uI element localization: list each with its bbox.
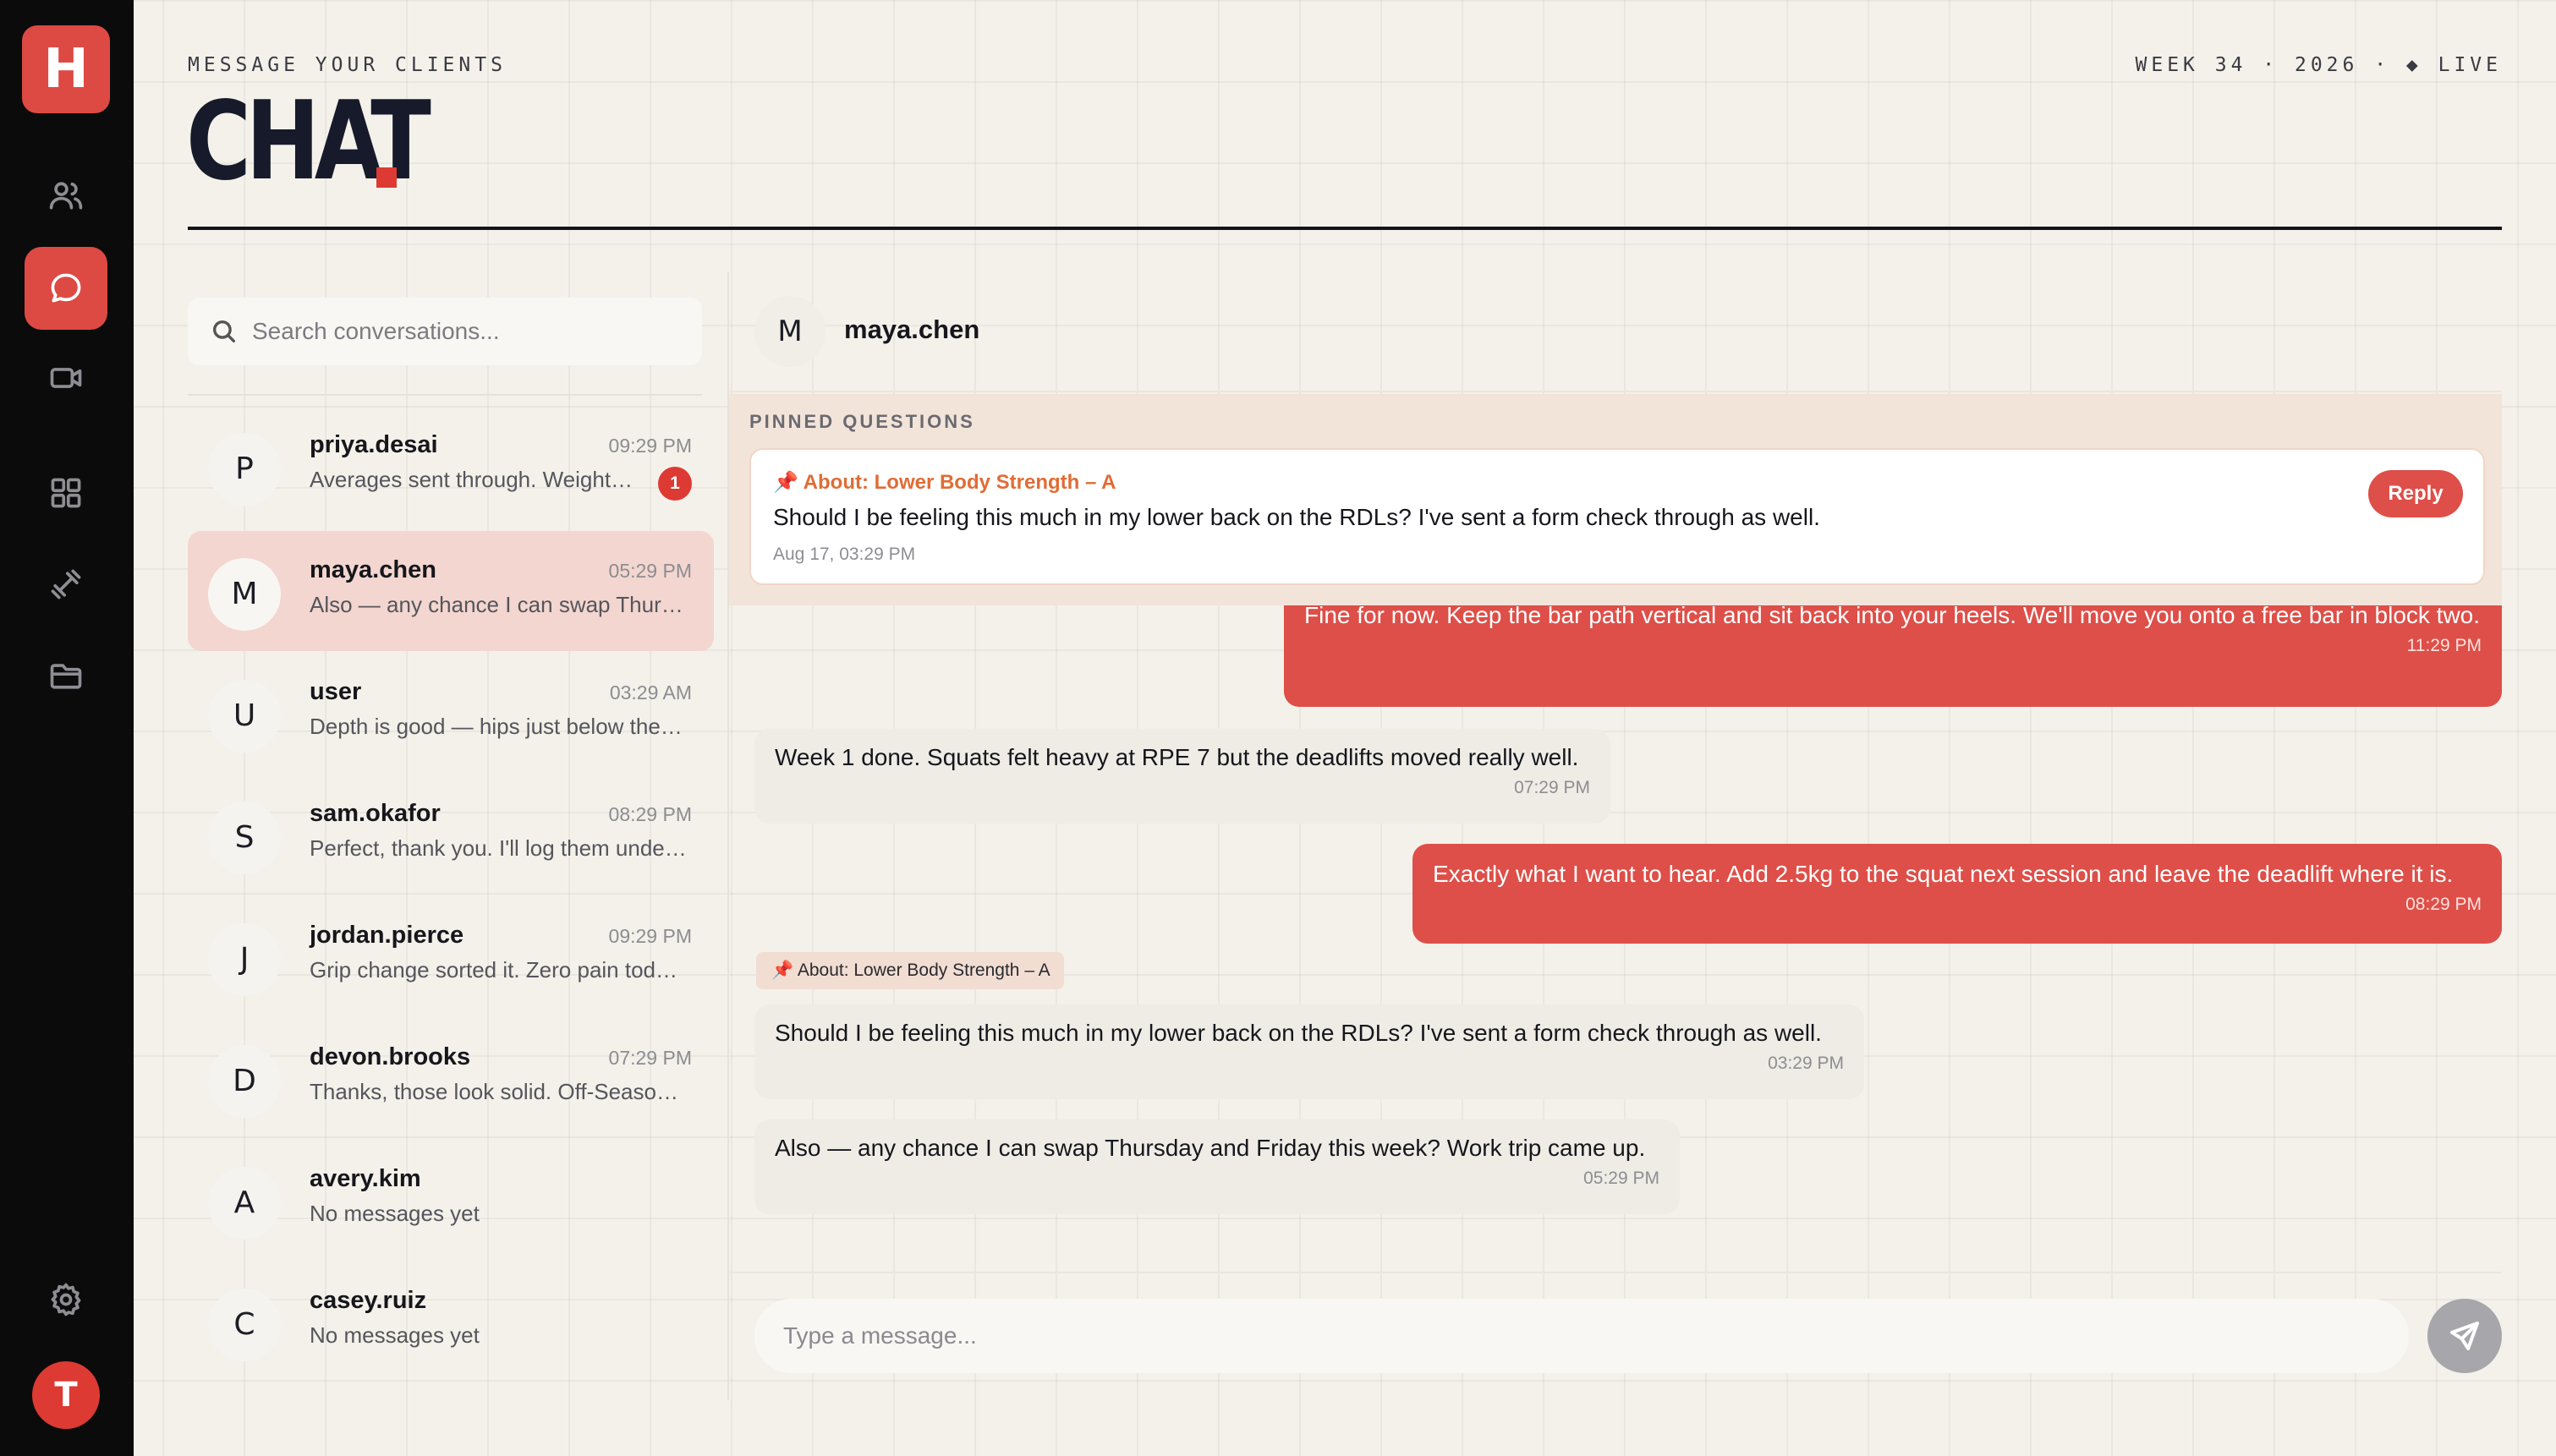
nav-chat[interactable]	[25, 247, 107, 330]
grid-icon	[51, 478, 81, 508]
conversation-name: devon.brooks	[310, 1043, 471, 1070]
search-input[interactable]	[252, 318, 692, 345]
nav-workouts[interactable]	[25, 543, 107, 626]
composer-divider	[729, 1272, 2502, 1273]
send-icon	[2450, 1322, 2479, 1350]
search-icon	[212, 320, 236, 343]
conversation-name: sam.okafor	[310, 800, 441, 827]
list-divider	[188, 394, 702, 396]
conversation-item[interactable]: M maya.chen 05:29 PM Also — any chance I…	[188, 531, 714, 651]
conversation-item[interactable]: J jordan.pierce 09:29 PM Grip change sor…	[188, 896, 714, 1016]
avatar: P	[208, 433, 281, 506]
avatar: J	[208, 923, 281, 996]
video-icon	[50, 368, 82, 388]
avatar: M	[208, 558, 281, 631]
conversation-time: 05:29 PM	[608, 560, 692, 582]
contact-avatar: M	[754, 296, 825, 367]
pinned-questions-label: PINNED QUESTIONS	[749, 411, 975, 432]
conversation-preview: No messages yet	[310, 1201, 480, 1226]
conversation-name: priya.desai	[310, 431, 438, 458]
gear-icon	[51, 1283, 81, 1316]
message-outgoing: Fine for now. Keep the bar path vertical…	[1284, 588, 2502, 707]
message-outgoing: Exactly what I want to hear. Add 2.5kg t…	[1412, 844, 2502, 944]
nav-files[interactable]	[25, 634, 107, 717]
avatar: A	[208, 1167, 281, 1240]
conversation-item[interactable]: D devon.brooks 07:29 PM Thanks, those lo…	[188, 1018, 714, 1138]
avatar: S	[208, 802, 281, 874]
title-accent-dot	[376, 167, 397, 188]
nav-clients[interactable]	[25, 154, 107, 237]
conversation-name: casey.ruiz	[310, 1287, 427, 1314]
conversation-preview: Grip change sorted it. Zero pain today o…	[310, 957, 688, 983]
user-avatar[interactable]: T	[32, 1361, 100, 1429]
message-incoming: Should I be feeling this much in my lowe…	[754, 1004, 1864, 1099]
conversation-time: 07:29 PM	[608, 1047, 692, 1069]
week-status: WEEK 34 · 2026 · ◆ LIVE	[2135, 54, 2502, 76]
conversation-time: 09:29 PM	[608, 925, 692, 947]
conversation-time: 03:29 AM	[609, 681, 692, 703]
app-logo[interactable]: H	[22, 25, 110, 113]
nav-settings[interactable]	[25, 1258, 107, 1341]
conversation-name: avery.kim	[310, 1165, 421, 1192]
conversation-time: 09:29 PM	[608, 435, 692, 457]
message-input[interactable]	[783, 1322, 2373, 1349]
conversation-item[interactable]: U user 03:29 AM Depth is good — hips jus…	[188, 653, 714, 773]
pinned-question-topic: 📌 About: Lower Body Strength – A	[773, 471, 1116, 494]
send-button[interactable]	[2427, 1299, 2502, 1373]
folder-icon	[50, 664, 82, 689]
conversation-item[interactable]: C casey.ruiz No messages yet	[188, 1262, 714, 1382]
nav-dashboard[interactable]	[25, 452, 107, 534]
nav-video[interactable]	[25, 337, 107, 419]
pinned-question-timestamp: Aug 17, 03:29 PM	[773, 545, 916, 564]
message-incoming: Also — any chance I can swap Thursday an…	[754, 1119, 1680, 1214]
avatar: D	[208, 1045, 281, 1118]
page-kicker: MESSAGE YOUR CLIENTS	[188, 54, 507, 76]
avatar: U	[208, 680, 281, 753]
conversation-time: 08:29 PM	[608, 803, 692, 825]
conversation-preview: No messages yet	[310, 1322, 480, 1348]
conversation-preview: Perfect, thank you. I'll log them under …	[310, 835, 688, 861]
conversation-preview: Averages sent through. Weight is down a …	[310, 467, 635, 492]
conversation-item[interactable]: S sam.okafor 08:29 PM Perfect, thank you…	[188, 775, 714, 895]
chat-bubble-icon	[51, 273, 81, 303]
header-rule	[188, 227, 2502, 230]
contact-name: maya.chen	[844, 315, 980, 344]
search-box[interactable]	[188, 298, 702, 365]
conversation-preview: Thanks, those look solid. Off-Season blo…	[310, 1079, 688, 1104]
pinned-question-card[interactable]: 📌 About: Lower Body Strength – A Should …	[749, 448, 2485, 585]
message-topic-tag: 📌 About: Lower Body Strength – A	[756, 952, 1064, 989]
conversation-preview: Depth is good — hips just below the knee…	[310, 714, 688, 739]
users-icon	[49, 182, 83, 210]
dumbbell-icon	[51, 569, 81, 599]
conversation-name: jordan.pierce	[310, 922, 464, 949]
conversation-name: user	[310, 678, 362, 705]
conversation-preview: Also — any chance I can swap Thursday an…	[310, 592, 688, 617]
conversation-name: maya.chen	[310, 556, 436, 583]
nav-rail: H T	[0, 0, 134, 1456]
message-composer[interactable]	[754, 1299, 2409, 1373]
avatar: C	[208, 1289, 281, 1361]
conversation-item[interactable]: A avery.kim No messages yet	[188, 1140, 714, 1260]
message-incoming: Week 1 done. Squats felt heavy at RPE 7 …	[754, 729, 1610, 824]
pinned-question-text: Should I be feeling this much in my lowe…	[773, 504, 1820, 530]
conversation-item[interactable]: P priya.desai 09:29 PM Averages sent thr…	[188, 406, 714, 526]
reply-button[interactable]: Reply	[2368, 470, 2463, 517]
unread-badge: 1	[658, 467, 692, 501]
